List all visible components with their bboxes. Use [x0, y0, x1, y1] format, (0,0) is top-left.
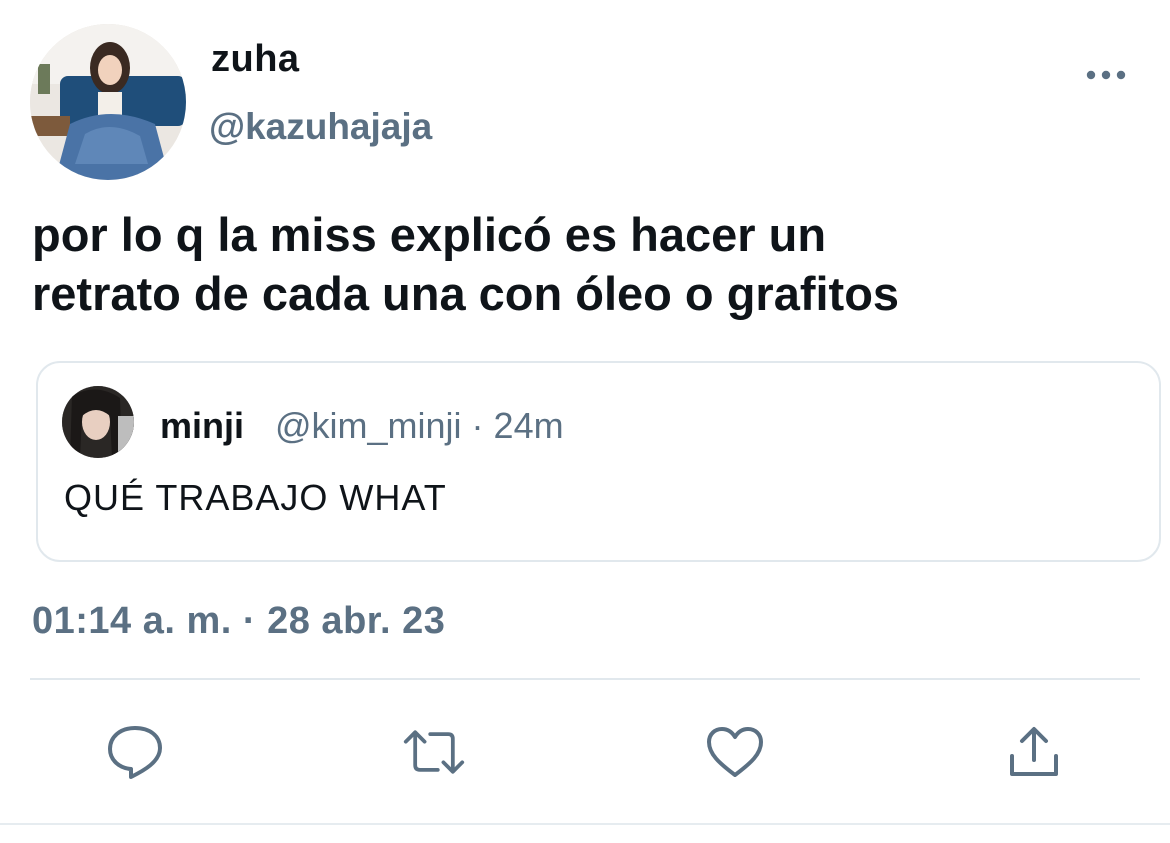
quoted-tweet-card[interactable]	[36, 361, 1161, 562]
retweet-icon	[403, 730, 465, 774]
tweet-timestamp[interactable]: 01:14 a. m. · 28 abr. 23	[32, 600, 445, 643]
share-button[interactable]	[1002, 720, 1066, 784]
author-avatar[interactable]	[30, 24, 186, 180]
tweet-text-line: retrato de cada una con óleo o grafitos	[32, 267, 900, 320]
reply-icon	[108, 726, 162, 779]
author-avatar-image	[30, 24, 186, 180]
share-icon	[1010, 727, 1058, 776]
divider	[30, 678, 1140, 680]
tweet-text: por lo q la miss explicó es hacer un ret…	[32, 205, 1132, 323]
more-options-button[interactable]	[1084, 60, 1128, 90]
bottom-divider	[0, 823, 1170, 825]
tweet-text-line: por lo q la miss explicó es hacer un	[32, 208, 827, 261]
author-handle[interactable]: @kazuhajaja	[209, 106, 432, 148]
quoted-author-meta: @kim_minji · 24m	[275, 405, 564, 446]
retweet-button[interactable]	[402, 720, 466, 784]
author-display-name[interactable]: zuha	[211, 38, 300, 81]
quoted-author-display-name: minji	[160, 405, 245, 446]
quoted-avatar-image	[62, 386, 134, 458]
reply-button[interactable]	[103, 720, 167, 784]
quoted-tweet-text: QUÉ TRABAJO WHAT	[64, 477, 447, 518]
like-button[interactable]	[703, 720, 767, 784]
heart-icon	[707, 727, 763, 777]
quoted-author-avatar	[62, 386, 134, 458]
more-dots-icon	[1086, 70, 1126, 80]
